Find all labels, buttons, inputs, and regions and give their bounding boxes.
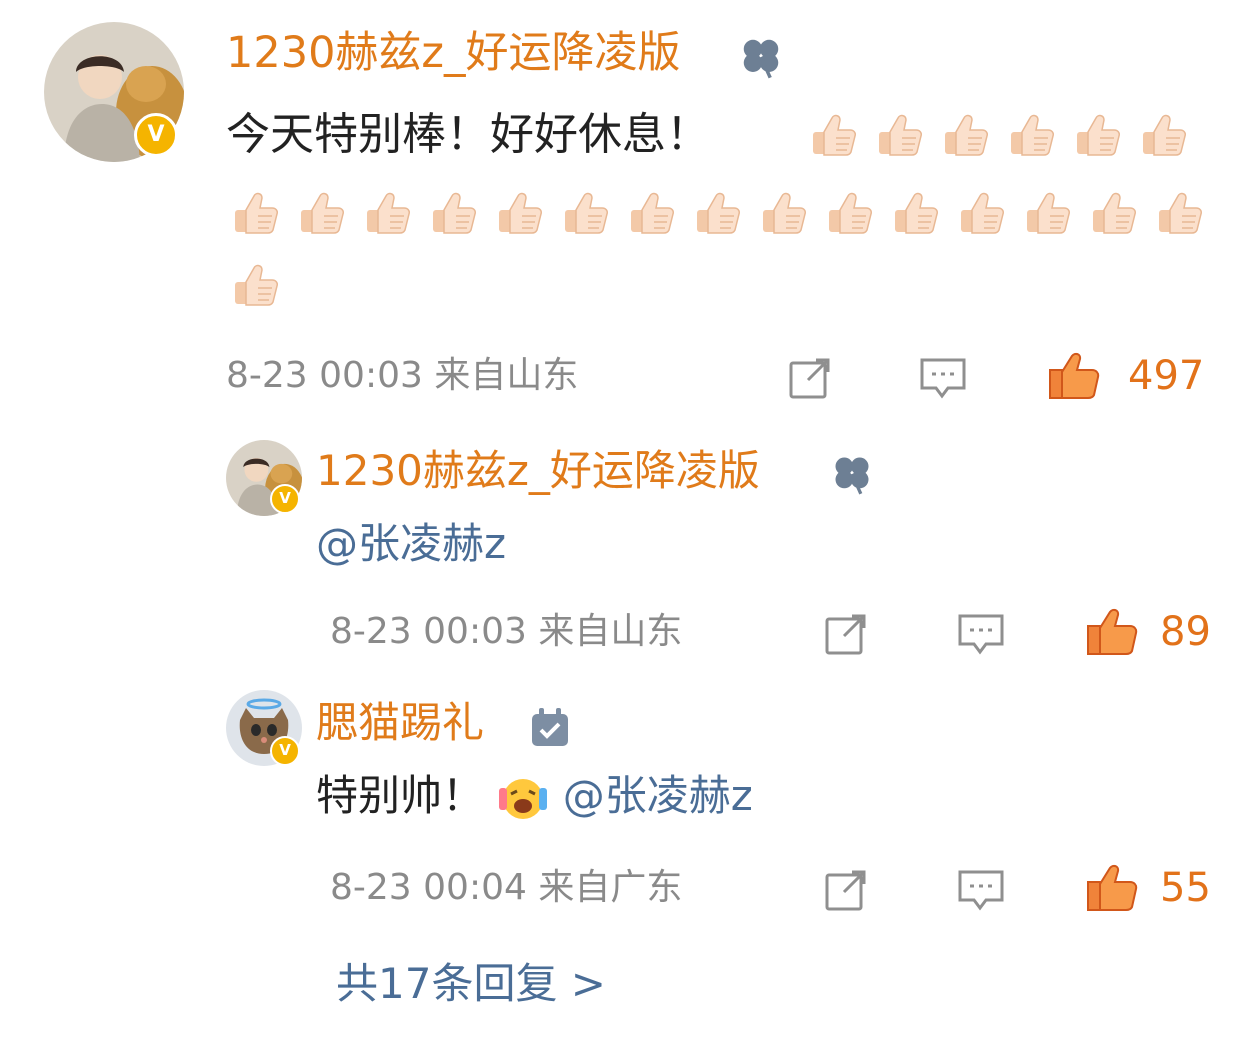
verified-badge-icon: V	[270, 736, 300, 766]
reply-timestamp: 8-23 00:04	[330, 867, 527, 908]
thumbs-up-icon	[822, 186, 874, 238]
calendar-check-icon	[528, 706, 572, 748]
like-count: 497	[1128, 353, 1205, 399]
thumbs-up-icon	[558, 186, 610, 238]
thumbs-up-icon	[624, 186, 676, 238]
comment-timestamp: 8-23 00:03	[226, 355, 423, 396]
reply-text: 特别帅！	[316, 771, 485, 820]
thumbs-up-icon	[426, 186, 478, 238]
thumbs-up-icon	[954, 186, 1006, 238]
share-icon	[822, 866, 870, 914]
share-button[interactable]	[786, 354, 834, 402]
thumbs-up-icon	[492, 186, 544, 238]
share-icon	[786, 354, 834, 402]
thumbs-up-emoji-row	[806, 108, 1188, 160]
reply-mention[interactable]: @张凌赫z	[563, 771, 753, 820]
like-icon	[1084, 862, 1140, 914]
share-icon	[822, 610, 870, 658]
thumbs-up-icon	[360, 186, 412, 238]
reply-username[interactable]: 1230赫兹z_好运降凌版	[316, 446, 760, 496]
verified-badge-icon: V	[270, 484, 300, 514]
like-icon	[1084, 606, 1140, 658]
like-count: 55	[1160, 865, 1211, 911]
reply-button[interactable]	[918, 354, 968, 402]
comment-icon	[918, 354, 968, 402]
like-icon	[1046, 350, 1102, 402]
thumbs-up-icon	[1152, 186, 1204, 238]
like-button[interactable]	[1084, 606, 1140, 658]
share-button[interactable]	[822, 610, 870, 658]
thumbs-up-icon	[228, 186, 280, 238]
reply-text-row: 特别帅！ @张凌赫z	[316, 770, 753, 824]
like-button[interactable]	[1046, 350, 1102, 402]
thumbs-up-icon	[938, 108, 990, 160]
thumbs-up-icon	[1070, 108, 1122, 160]
thumbs-up-icon	[1136, 108, 1188, 160]
reply-button[interactable]	[956, 610, 1006, 658]
reply-button[interactable]	[956, 866, 1006, 914]
comment-icon	[956, 866, 1006, 914]
thumbs-up-icon	[228, 258, 280, 310]
more-replies-link[interactable]: 共17条回复 >	[336, 958, 606, 1010]
like-button[interactable]	[1084, 862, 1140, 914]
reply-meta: 8-23 00:04 来自广东	[330, 866, 682, 910]
thumbs-up-emoji-row	[228, 186, 1204, 238]
clover-icon	[738, 34, 784, 80]
thumbs-up-emoji-row	[228, 258, 280, 310]
comment-text: 今天特别棒！好好休息！	[226, 109, 710, 160]
reply-location: 来自广东	[538, 867, 683, 908]
reply-mention[interactable]: @张凌赫z	[316, 518, 506, 570]
comment-meta: 8-23 00:03 来自山东	[226, 354, 578, 398]
thumbs-up-icon	[690, 186, 742, 238]
thumbs-up-icon	[756, 186, 808, 238]
thumbs-up-icon	[1004, 108, 1056, 160]
reply-meta: 8-23 00:03 来自山东	[330, 610, 682, 654]
comment-username[interactable]: 1230赫兹z_好运降凌版	[226, 28, 681, 78]
thumbs-up-icon	[806, 108, 858, 160]
clover-icon	[830, 452, 874, 496]
thumbs-up-icon	[872, 108, 924, 160]
thumbs-up-icon	[1020, 186, 1072, 238]
crying-laughing-emoji-icon	[497, 774, 549, 824]
thumbs-up-icon	[888, 186, 940, 238]
comment-icon	[956, 610, 1006, 658]
thumbs-up-icon	[1086, 186, 1138, 238]
reply-location: 来自山东	[538, 611, 683, 652]
reply-username[interactable]: 腮猫踢礼	[316, 698, 484, 748]
share-button[interactable]	[822, 866, 870, 914]
thumbs-up-icon	[294, 186, 346, 238]
verified-badge-icon: V	[134, 113, 178, 157]
reply-timestamp: 8-23 00:03	[330, 611, 527, 652]
comment-location: 来自山东	[434, 355, 579, 396]
like-count: 89	[1160, 609, 1211, 655]
